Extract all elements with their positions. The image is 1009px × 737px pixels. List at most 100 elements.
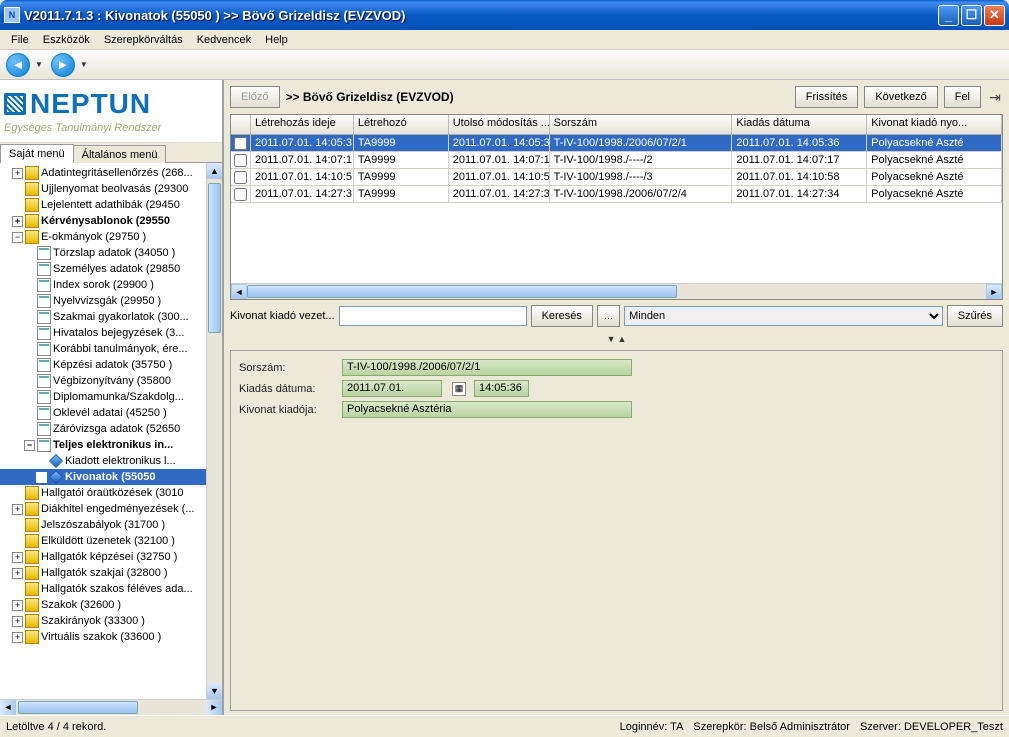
pin-icon[interactable]: ⇥ [987,89,1003,105]
grid-col-sorszam[interactable]: Sorszám [550,115,733,134]
tree-node[interactable]: +Szakirányok (33300 ) [0,613,222,629]
tree-node[interactable]: Hallgatói óraütközések (3010 [0,485,222,501]
scroll-right-icon[interactable]: ► [206,700,222,715]
szures-button[interactable]: Szűrés [947,305,1003,327]
tree-node-label: Nyelvvizsgák (29950 ) [53,295,161,307]
tree-node[interactable]: Képzési adatok (35750 ) [0,357,222,373]
tree-node[interactable]: +Hallgatók képzései (32750 ) [0,549,222,565]
up-button[interactable]: Fel [944,86,981,108]
menu-help[interactable]: Help [258,32,295,48]
tree-node[interactable]: Jelszószabályok (31700 ) [0,517,222,533]
row-checkbox[interactable] [234,171,247,184]
folder-icon [25,182,39,196]
tree-node[interactable]: +Adatintegritásellenőrzés (268... [0,165,222,181]
tree-node[interactable]: −Teljes elektronikus in... [0,437,222,453]
tree-expander-icon[interactable]: + [12,168,23,179]
menu-tools[interactable]: Eszközök [36,32,97,48]
row-checkbox[interactable] [234,188,247,201]
menu-roleswitch[interactable]: Szerepkörváltás [97,32,190,48]
grid-scroll-left-icon[interactable]: ◄ [231,284,247,299]
tree-node-label: Virtuális szakok (33600 ) [41,631,161,643]
scroll-up-icon[interactable]: ▲ [207,163,222,179]
tree-expander-icon[interactable]: + [12,504,23,515]
nav-back-button[interactable]: ◄ [6,53,30,77]
row-checkbox[interactable] [234,154,247,167]
tab-sajat-menu[interactable]: Saját menü [0,144,74,163]
tree-node[interactable]: Nyelvvizsgák (29950 ) [0,293,222,309]
tree-scrollbar-vertical[interactable]: ▲ ▼ [206,163,222,699]
tab-altalanos-menu[interactable]: Általános menü [73,145,167,164]
nav-back-dropdown-icon[interactable]: ▼ [35,60,43,69]
tree-node[interactable]: +Hallgatók szakjai (32800 ) [0,565,222,581]
tree-node[interactable]: +Kérvénysablonok (29550 [0,213,222,229]
date-picker-icon[interactable]: ▦ [452,382,466,396]
tree-node[interactable]: Lejelentett adathibák (29450 [0,197,222,213]
tree-node[interactable]: Törzslap adatok (34050 ) [0,245,222,261]
filter-select[interactable]: Minden [624,306,943,326]
grid-col-creator[interactable]: Létrehozó [354,115,449,134]
table-row[interactable]: 2011.07.01. 14:10:5TA99992011.07.01. 14:… [231,169,1002,186]
tree-expander-icon[interactable]: + [12,632,23,643]
tree-node[interactable]: −E-okmányok (29750 ) [0,229,222,245]
scroll-down-icon[interactable]: ▼ [207,683,222,699]
tree-node[interactable]: Diplomamunka/Szakdolg... [0,389,222,405]
tree-node[interactable]: Záróvizsga adatok (52650 [0,421,222,437]
scroll-left-icon[interactable]: ◄ [0,700,16,715]
filter-more-button[interactable]: ... [597,305,620,327]
tree-expander-icon[interactable]: + [12,552,23,563]
grid-col-checkbox[interactable] [231,115,251,134]
tree-node[interactable]: Oklevél adatai (45250 ) [0,405,222,421]
tree-node[interactable]: Szakmai gyakorlatok (300... [0,309,222,325]
scroll-thumb-h[interactable] [18,701,138,714]
table-row[interactable]: 2011.07.01. 14:27:3TA99992011.07.01. 14:… [231,186,1002,203]
tree-node[interactable]: Index sorok (29900 ) [0,277,222,293]
scroll-thumb[interactable] [208,183,221,333]
tree-node-label: Elküldött üzenetek (32100 ) [41,535,175,547]
grid-scrollbar-horizontal[interactable]: ◄ ► [231,283,1002,299]
app-icon: N [4,7,20,23]
tree-node[interactable]: Korábbi tanulmányok, ére... [0,341,222,357]
tree-node[interactable]: Elküldött üzenetek (32100 ) [0,533,222,549]
next-button[interactable]: Következő [864,86,937,108]
tree-node[interactable]: +Szakok (32600 ) [0,597,222,613]
table-row[interactable]: 2011.07.01. 14:05:3TA99992011.07.01. 14:… [231,135,1002,152]
nav-forward-dropdown-icon[interactable]: ▼ [80,60,88,69]
tree-node[interactable]: Végbizonyítvány (35800 [0,373,222,389]
tree-expander-icon[interactable]: + [12,616,23,627]
refresh-button[interactable]: Frissítés [795,86,859,108]
tree-node[interactable]: Hallgatók szakos féléves ada... [0,581,222,597]
grid-col-kiadas[interactable]: Kiadás dátuma [732,115,867,134]
table-row[interactable]: 2011.07.01. 14:07:1TA99992011.07.01. 14:… [231,152,1002,169]
tree-expander-icon[interactable]: + [12,600,23,611]
prev-button[interactable]: Előző [230,86,280,108]
nav-forward-button[interactable]: ► [51,53,75,77]
grid-col-created[interactable]: Létrehozás ideje [251,115,354,134]
folder-icon [25,486,39,500]
tree-node[interactable]: Személyes adatok (29850 [0,261,222,277]
filter-text-input[interactable] [339,306,527,326]
tree-node[interactable]: Ujjlenyomat beolvasás (29300 [0,181,222,197]
search-button[interactable]: Keresés [531,305,593,327]
close-button[interactable]: ✕ [984,5,1005,26]
tree-node[interactable]: +Diákhitel engedményezések (... [0,501,222,517]
grid-col-modified[interactable]: Utolsó módosítás ... [449,115,550,134]
maximize-button[interactable]: ☐ [961,5,982,26]
grid-scroll-right-icon[interactable]: ► [986,284,1002,299]
grid-col-kiado[interactable]: Kivonat kiadó nyo... [867,115,1002,134]
minimize-button[interactable]: _ [938,5,959,26]
tree-scrollbar-horizontal[interactable]: ◄ ► [0,699,222,715]
panel-splitter[interactable]: ▼ ▲ [230,332,1003,346]
tree-expander-icon[interactable]: + [12,216,23,227]
tree-expander-icon[interactable]: − [12,232,23,243]
tree-node[interactable]: Kiadott elektronikus l... [0,453,222,469]
row-checkbox[interactable] [234,137,247,150]
tree-node[interactable]: Kivonatok (55050 [0,469,222,485]
grid-scroll-thumb[interactable] [247,285,677,298]
menu-favorites[interactable]: Kedvencek [190,32,258,48]
menu-file[interactable]: File [4,32,36,48]
tree-node[interactable]: Hivatalos bejegyzések (3... [0,325,222,341]
tree-node[interactable]: + Virtuális szakok (33600 ) [0,629,222,645]
detail-value-date: 2011.07.01. [342,380,442,397]
tree-expander-icon[interactable]: − [24,440,35,451]
tree-expander-icon[interactable]: + [12,568,23,579]
